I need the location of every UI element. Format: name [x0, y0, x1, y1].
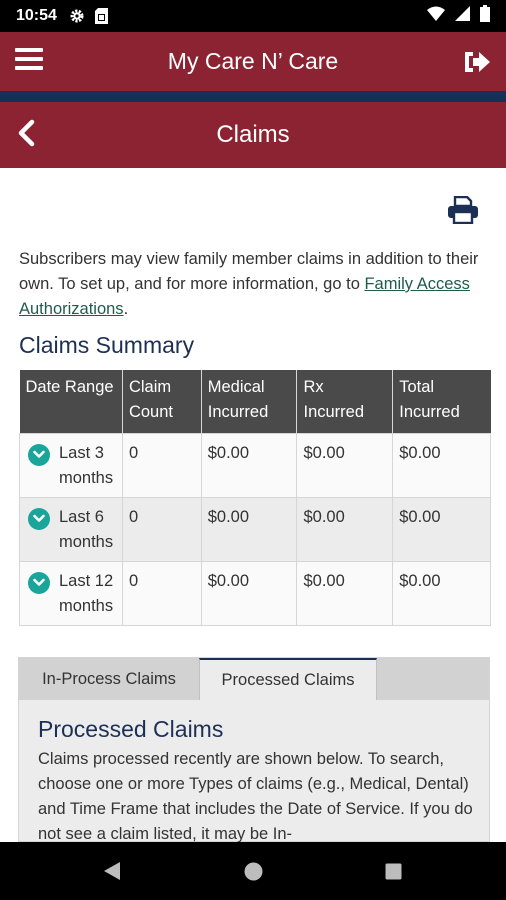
processed-claims-title: Processed Claims — [38, 716, 224, 742]
total-incurred-cell: $0.00 — [392, 560, 491, 626]
table-header-row: Date Range Claim Count Medical Incurred … — [19, 370, 491, 433]
expand-chevron-icon[interactable] — [28, 571, 50, 594]
processed-claims-description: Claims processed recently are shown belo… — [38, 750, 473, 843]
status-bar: 10:54 — [0, 0, 506, 32]
home-circle-icon[interactable] — [244, 862, 263, 886]
tab-in-process-claims[interactable]: In-Process Claims — [19, 658, 199, 700]
tab-bar: In-Process Claims Processed Claims — [19, 658, 489, 700]
system-nav-bar — [0, 842, 506, 900]
claims-tabs-panel: In-Process Claims Processed Claims Proce… — [18, 657, 490, 843]
expand-chevron-icon[interactable] — [28, 443, 50, 466]
status-time: 10:54 — [16, 7, 57, 24]
date-range-cell: Last 12 months — [19, 560, 123, 626]
claim-count-cell: 0 — [121, 560, 202, 626]
recents-square-icon[interactable] — [385, 863, 402, 885]
navy-stripe — [0, 91, 506, 102]
hamburger-menu-icon[interactable] — [15, 48, 43, 74]
claims-summary-table: Date Range Claim Count Medical Incurred … — [19, 370, 491, 626]
expand-chevron-icon[interactable] — [28, 507, 50, 530]
medical-incurred-cell: $0.00 — [200, 496, 298, 562]
rx-incurred-cell: $0.00 — [296, 496, 394, 562]
date-range-cell: Last 6 months — [19, 496, 123, 562]
table-row: Last 3 months 0 $0.00 $0.00 $0.00 — [19, 432, 491, 498]
claims-summary-title: Claims Summary — [19, 332, 195, 358]
battery-icon — [480, 5, 490, 27]
back-triangle-icon[interactable] — [103, 861, 121, 886]
page-header: Claims — [0, 102, 506, 168]
date-range-label: Last 12 months — [59, 571, 114, 615]
claim-count-cell: 0 — [121, 496, 202, 562]
date-range-label: Last 3 months — [59, 443, 114, 487]
chevron-left-icon[interactable] — [14, 118, 40, 150]
header-medical-incurred: Medical Incurred — [201, 370, 298, 433]
intro-text: Subscribers may view family member claim… — [19, 247, 489, 322]
gear-icon — [69, 8, 85, 24]
cellular-signal-icon — [455, 6, 470, 26]
wifi-icon — [427, 6, 445, 26]
claim-count-cell: 0 — [121, 432, 202, 498]
table-row: Last 6 months 0 $0.00 $0.00 $0.00 — [19, 496, 491, 562]
app-title: My Care N’ Care — [167, 48, 339, 74]
header-date-range: Date Range — [19, 370, 123, 433]
total-incurred-cell: $0.00 — [392, 432, 491, 498]
table-row: Last 12 months 0 $0.00 $0.00 $0.00 — [19, 560, 491, 626]
header-total-incurred: Total Incurred — [392, 370, 491, 433]
header-rx-incurred: Rx Incurred — [296, 370, 394, 433]
medical-incurred-cell: $0.00 — [200, 560, 298, 626]
sign-out-icon[interactable] — [462, 47, 492, 77]
intro-end: . — [123, 300, 129, 318]
app-bar: My Care N’ Care — [0, 32, 506, 91]
tab-processed-claims[interactable]: Processed Claims — [199, 658, 377, 700]
date-range-cell: Last 3 months — [19, 432, 123, 498]
medical-incurred-cell: $0.00 — [200, 432, 298, 498]
date-range-label: Last 6 months — [59, 507, 114, 551]
printer-icon[interactable] — [447, 195, 479, 225]
page-title: Claims — [216, 121, 290, 148]
sim-card-icon — [94, 8, 108, 24]
total-incurred-cell: $0.00 — [392, 496, 491, 562]
rx-incurred-cell: $0.00 — [296, 560, 394, 626]
header-claim-count: Claim Count — [122, 370, 202, 433]
rx-incurred-cell: $0.00 — [296, 432, 394, 498]
